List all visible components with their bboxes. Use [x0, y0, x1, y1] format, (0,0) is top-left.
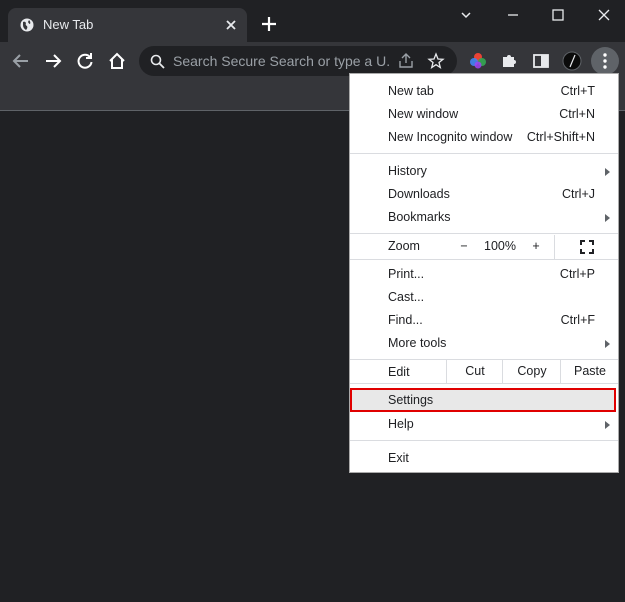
puzzle-extensions-icon[interactable] [499, 51, 519, 71]
back-arrow-icon[interactable] [11, 51, 31, 71]
globe-icon [20, 18, 34, 32]
bookmark-star-icon[interactable] [427, 52, 445, 70]
menu-item-label: Settings [388, 393, 434, 407]
menu-item-shortcut: Ctrl+T [560, 84, 595, 98]
menu-item-label: Cast... [388, 290, 425, 304]
menu-item-new-tab[interactable]: New tab Ctrl+T [350, 80, 618, 103]
zoom-divider [554, 235, 555, 259]
menu-divider [350, 153, 618, 154]
share-icon[interactable] [397, 52, 415, 70]
tab-title: New Tab [43, 17, 94, 32]
menu-item-bookmarks[interactable]: Bookmarks [350, 206, 618, 229]
menu-item-downloads[interactable]: Downloads Ctrl+J [350, 183, 618, 206]
menu-divider [350, 259, 618, 260]
menu-item-label: Downloads [388, 187, 450, 201]
menu-item-label: History [388, 164, 427, 178]
minimize-icon[interactable] [504, 6, 522, 24]
tab-close-icon[interactable] [224, 18, 238, 32]
menu-item-settings[interactable]: Settings [350, 388, 616, 412]
submenu-arrow-icon [605, 168, 610, 176]
forward-arrow-icon[interactable] [43, 51, 63, 71]
menu-item-cast[interactable]: Cast... [350, 286, 618, 309]
address-bar-placeholder: Search Secure Search or type a U... [173, 53, 391, 69]
tab-strip: New Tab [0, 0, 625, 42]
menu-item-label: Bookmarks [388, 210, 451, 224]
menu-item-label: Print... [388, 267, 425, 281]
menu-item-shortcut: Ctrl+P [559, 267, 595, 281]
menu-item-label: Find... [388, 313, 423, 327]
menu-item-label: New window [388, 107, 459, 121]
submenu-arrow-icon [605, 340, 610, 348]
menu-item-label: Zoom [388, 239, 420, 253]
submenu-arrow-icon [605, 214, 610, 222]
menu-item-shortcut: Ctrl+Shift+N [526, 130, 595, 144]
menu-item-exit[interactable]: Exit [350, 447, 618, 470]
paste-button[interactable]: Paste [560, 360, 619, 383]
zoom-out-button[interactable]: − [446, 237, 482, 259]
menu-item-shortcut: Ctrl+F [560, 313, 595, 327]
menu-button[interactable] [591, 47, 619, 75]
three-dots-menu-icon [603, 53, 607, 69]
tab-new-tab[interactable]: New Tab [8, 8, 247, 42]
zoom-level: 100% [484, 239, 516, 253]
menu-item-label: More tools [388, 336, 447, 350]
color-extension-icon[interactable] [468, 51, 488, 71]
search-icon [150, 54, 165, 69]
menu-item-shortcut: Ctrl+N [559, 107, 595, 121]
tab-search-chevron-icon[interactable] [457, 6, 475, 24]
fullscreen-icon[interactable] [580, 240, 594, 254]
side-panel-icon[interactable] [531, 51, 551, 71]
maximize-icon[interactable] [549, 6, 567, 24]
menu-item-print[interactable]: Print... Ctrl+P [350, 263, 618, 286]
menu-item-more-tools[interactable]: More tools [350, 332, 618, 355]
menu-item-label: New Incognito window [388, 130, 513, 144]
menu-item-zoom: Zoom − 100% + [350, 235, 618, 259]
menu-item-shortcut: Ctrl+J [562, 187, 595, 201]
home-icon[interactable] [107, 51, 127, 71]
zoom-in-button[interactable]: + [518, 237, 554, 259]
menu-item-history[interactable]: History [350, 160, 618, 183]
menu-item-edit: Edit Cut Copy Paste [350, 360, 618, 383]
menu-divider [350, 383, 618, 384]
menu-item-new-window[interactable]: New window Ctrl+N [350, 103, 618, 126]
address-bar[interactable]: Search Secure Search or type a U... [139, 46, 457, 76]
menu-divider [350, 440, 618, 441]
menu-item-label: Exit [388, 451, 409, 465]
menu-item-find[interactable]: Find... Ctrl+F [350, 309, 618, 332]
menu-item-new-incognito-window[interactable]: New Incognito window Ctrl+Shift+N [350, 126, 618, 149]
window-close-icon[interactable] [595, 6, 613, 24]
copy-button[interactable]: Copy [502, 360, 561, 383]
profile-avatar-icon[interactable] [562, 51, 582, 71]
reload-icon[interactable] [75, 51, 95, 71]
cut-button[interactable]: Cut [446, 360, 503, 383]
menu-divider [350, 233, 618, 234]
submenu-arrow-icon [605, 421, 610, 429]
chrome-main-menu: New tab Ctrl+T New window Ctrl+N New Inc… [349, 73, 619, 473]
menu-item-label: Help [388, 417, 414, 431]
menu-item-help[interactable]: Help [350, 413, 618, 436]
menu-item-label: Edit [388, 365, 410, 379]
menu-item-label: New tab [388, 84, 434, 98]
new-tab-plus-icon[interactable] [259, 14, 279, 34]
